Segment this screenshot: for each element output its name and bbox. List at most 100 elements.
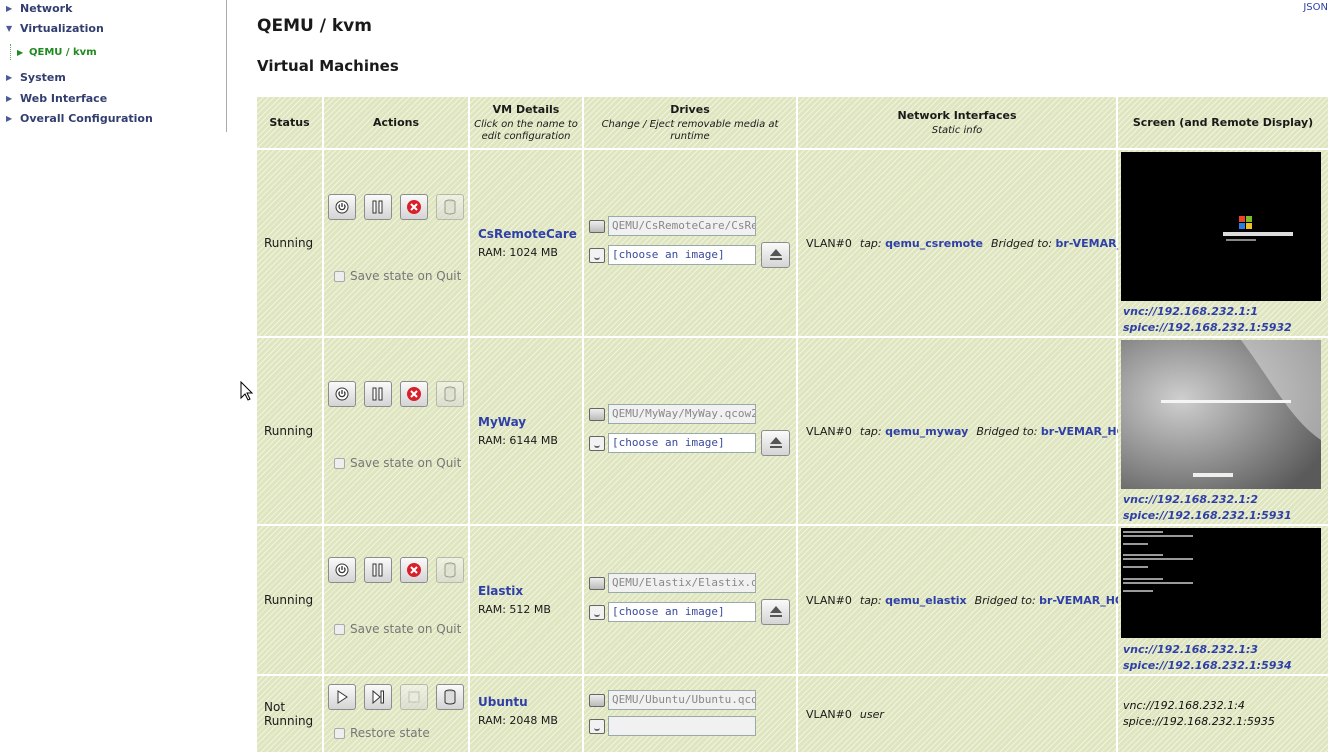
page-title: QEMU / kvm (257, 16, 372, 36)
vm-screen-thumbnail[interactable] (1121, 152, 1321, 301)
vm-ram: RAM: 6144 MB (478, 434, 558, 447)
vm-details: MyWay RAM: 6144 MB (470, 338, 582, 524)
column-subtitle: Static info (931, 124, 983, 136)
pause-icon (372, 200, 383, 214)
save-state-label: Save state on Quit (350, 269, 462, 283)
table-row: Not Running Restore state Ubuntu RAM: 20… (257, 676, 1328, 752)
eject-icon (769, 437, 782, 448)
tap-link[interactable]: qemu_csremote (885, 237, 983, 250)
start-button[interactable] (328, 684, 356, 710)
power-button[interactable] (328, 557, 356, 583)
vnc-link[interactable]: vnc://192.168.232.1:2 (1123, 492, 1258, 507)
cdrom-image-field[interactable]: [choose an image] (608, 602, 756, 622)
nav-label: Virtualization (20, 22, 104, 35)
spice-link[interactable]: spice://192.168.232.1:5931 (1123, 508, 1292, 523)
collapsed-triangle-icon: ▶ (6, 4, 13, 13)
save-state-option[interactable]: Save state on Quit (334, 622, 461, 636)
stop-icon (407, 387, 421, 401)
delete-button[interactable] (436, 194, 464, 220)
bridge-link[interactable]: br-VEMAR_HQ (1039, 594, 1124, 607)
cdrom-icon (589, 718, 605, 734)
cdrom-image-field[interactable]: [choose an image] (608, 433, 756, 453)
play-icon (337, 690, 348, 704)
eject-button[interactable] (761, 242, 790, 268)
save-state-label: Save state on Quit (350, 622, 462, 636)
start-paused-button[interactable] (364, 684, 392, 710)
spice-link[interactable]: spice://192.168.232.1:5932 (1123, 320, 1292, 335)
power-icon (335, 387, 349, 401)
delete-button[interactable] (436, 557, 464, 583)
vm-name-link[interactable]: MyWay (478, 415, 582, 429)
restore-state-option[interactable]: Restore state (334, 726, 430, 740)
eject-button[interactable] (761, 599, 790, 625)
save-state-option[interactable]: Save state on Quit (334, 456, 461, 470)
delete-button[interactable] (436, 684, 464, 710)
vm-name-link[interactable]: CsRemoteCare (478, 227, 582, 241)
restore-state-checkbox[interactable] (334, 727, 345, 739)
vm-status: Running (257, 150, 322, 336)
table-row: Running Save state on Quit MyWay RAM: 61… (257, 338, 1328, 524)
pause-button[interactable] (364, 194, 392, 220)
tap-link[interactable]: qemu_myway (885, 425, 968, 438)
column-header-drives: Drives Change / Eject removable media at … (584, 97, 796, 148)
vm-screen-thumbnail[interactable] (1121, 340, 1321, 489)
pause-button[interactable] (364, 381, 392, 407)
vm-drives: QEMU/Ubuntu/Ubuntu.qcow2 (584, 676, 796, 752)
bridge-link[interactable]: br-VEMAR_HQ (1041, 425, 1126, 438)
nav-item-qemu-kvm[interactable]: ▶ QEMU / kvm (10, 44, 97, 60)
windows-logo-icon (1121, 152, 1321, 301)
power-icon (335, 563, 349, 577)
collapsed-triangle-icon: ▶ (6, 94, 13, 103)
column-subtitle: Click on the name to edit configuration (474, 118, 578, 142)
vlan-label: VLAN#0 (806, 707, 852, 721)
nav-item-system[interactable]: ▶ System (6, 71, 66, 84)
table-header-row: Status Actions VM Details Click on the na… (257, 97, 1328, 148)
power-button[interactable] (328, 381, 356, 407)
vm-details: Elastix RAM: 512 MB (470, 526, 582, 674)
save-state-option[interactable]: Save state on Quit (334, 269, 461, 283)
nav-item-virtualization[interactable]: ▼ Virtualization (6, 22, 104, 35)
pause-icon (372, 387, 383, 401)
pause-button[interactable] (364, 557, 392, 583)
tap-link[interactable]: qemu_elastix (885, 594, 966, 607)
json-link[interactable]: JSON (1303, 2, 1328, 13)
section-title: Virtual Machines (257, 57, 399, 75)
vm-screen-thumbnail[interactable] (1121, 528, 1321, 638)
eject-icon (769, 606, 782, 617)
vnc-link[interactable]: vnc://192.168.232.1:3 (1123, 642, 1258, 657)
nav-label: System (20, 71, 66, 84)
save-state-checkbox[interactable] (334, 457, 345, 469)
hard-disk-icon (589, 576, 605, 590)
stop-button[interactable] (400, 381, 428, 407)
network-mode: user (859, 707, 884, 721)
vnc-address: vnc://192.168.232.1:4 (1123, 699, 1245, 712)
windows-login-screen-icon (1121, 340, 1321, 489)
nav-item-web-interface[interactable]: ▶ Web Interface (6, 92, 107, 105)
vm-drives: QEMU/CsRemoteCare/CsRemoteCare.qcow2 [ch… (584, 150, 796, 336)
nav-item-network[interactable]: ▶ Network (6, 2, 72, 15)
save-state-checkbox[interactable] (334, 623, 345, 635)
vm-table: Status Actions VM Details Click on the na… (255, 95, 1330, 754)
vm-name-link[interactable]: Elastix (478, 584, 582, 598)
pause-icon (372, 563, 383, 577)
spice-link[interactable]: spice://192.168.232.1:5934 (1123, 658, 1292, 673)
eject-button[interactable] (761, 430, 790, 456)
power-button[interactable] (328, 194, 356, 220)
bridge-label: Bridged to: (976, 424, 1038, 438)
hard-disk-icon (589, 693, 605, 707)
save-state-checkbox[interactable] (334, 270, 345, 282)
column-header-status: Status (257, 97, 322, 148)
delete-button[interactable] (436, 381, 464, 407)
stop-button[interactable] (400, 557, 428, 583)
vm-actions: Save state on Quit (324, 150, 468, 336)
cdrom-icon (589, 247, 605, 263)
stop-button[interactable] (400, 684, 428, 710)
cdrom-image-field[interactable] (608, 716, 756, 736)
stop-button[interactable] (400, 194, 428, 220)
nav-item-overall-configuration[interactable]: ▶ Overall Configuration (6, 112, 153, 125)
column-subtitle: Change / Eject removable media at runtim… (601, 118, 779, 142)
trash-icon (444, 199, 456, 215)
vm-name-link[interactable]: Ubuntu (478, 695, 582, 709)
vnc-link[interactable]: vnc://192.168.232.1:1 (1123, 304, 1258, 319)
cdrom-image-field[interactable]: [choose an image] (608, 245, 756, 265)
